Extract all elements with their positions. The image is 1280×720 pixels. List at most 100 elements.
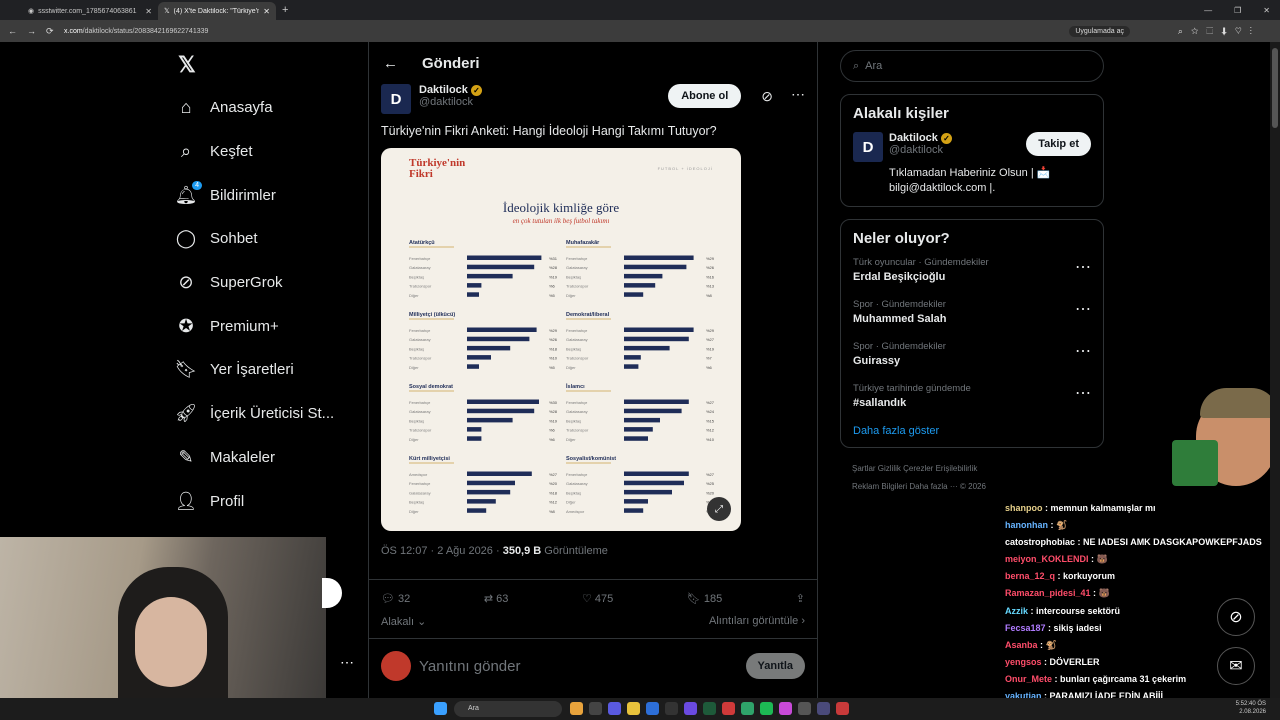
app-icon[interactable] (836, 702, 849, 715)
person-handle[interactable]: @daktilock (889, 144, 952, 156)
close-icon[interactable]: ✕ (145, 7, 152, 16)
bookmark-action[interactable]: 🔖︎ 185 (687, 592, 722, 605)
trend-item[interactable]: Spor · Gündemdekiler Guirassy ⋯ (853, 341, 1091, 367)
expand-image-icon[interactable]: ⤢ (707, 497, 731, 521)
bar (624, 489, 672, 495)
spotify-icon[interactable] (760, 702, 773, 715)
chat-username[interactable]: yengsos (1005, 657, 1042, 667)
trend-item[interactable]: Türkiye tarihinde gündemde #sallandık ⋯ (853, 383, 1091, 409)
discord-icon[interactable] (684, 702, 697, 715)
browser-tab-strip: ◉ ssstwitter.com_1785674063861 ✕ 𝕏 (4) X… (0, 0, 1280, 20)
close-window-icon[interactable]: ✕ (1263, 6, 1270, 15)
trend-item[interactable]: Spor · Gündemdekiler Muhammed Salah ⋯ (853, 299, 1091, 325)
chat-username[interactable]: Fecsa187 (1005, 623, 1046, 633)
maximize-icon[interactable]: ❐ (1234, 6, 1241, 15)
search-input[interactable]: ⌕ Ara (840, 50, 1104, 82)
system-clock[interactable]: 5:52:40 ÖS 2.08.2026 (1236, 700, 1266, 716)
app-icon[interactable] (741, 702, 754, 715)
nav-item-articles[interactable]: ✎ Makaleler (166, 436, 366, 480)
nav-item-explore[interactable]: ⌕ Keşfet (166, 130, 366, 174)
close-icon[interactable]: ✕ (263, 7, 270, 16)
grok-fab-icon[interactable]: ⊘ (1217, 598, 1255, 636)
folder-icon[interactable] (627, 702, 640, 715)
nav-item-home[interactable]: ⌂ Anasayfa (166, 86, 366, 130)
app-icon[interactable] (646, 702, 659, 715)
show-more-link[interactable]: Daha fazla göster (853, 425, 1091, 437)
chat-username[interactable]: catostrophobiac (1005, 537, 1075, 547)
app-icon[interactable] (608, 702, 621, 715)
more-options-icon[interactable]: ⋯ (791, 86, 805, 103)
browser-tab-active[interactable]: 𝕏 (4) X'te Daktilock: "Türkiye'nin F ✕ (158, 2, 276, 20)
reply-action[interactable]: 💬︎ 32 (381, 592, 410, 605)
more-options-icon[interactable]: ⋯ (1075, 299, 1091, 325)
scrollbar-thumb[interactable] (1272, 48, 1278, 128)
nav-item-profile[interactable]: 👤︎ Profil (166, 479, 366, 523)
bar-value: %24 (706, 409, 715, 414)
chat-username[interactable]: Onur_Mete (1005, 674, 1052, 684)
nav-item-bookmarks[interactable]: 🔖︎ Yer İşaretleri (166, 348, 366, 392)
team-label: Fenerbahçe (566, 400, 588, 405)
chat-username[interactable]: Azzik (1005, 606, 1028, 616)
app-icon[interactable] (798, 702, 811, 715)
chrome-icon[interactable] (570, 702, 583, 715)
app-icon[interactable] (817, 702, 830, 715)
person-name[interactable]: Daktilock (889, 132, 938, 144)
app-icon[interactable] (722, 702, 735, 715)
author-handle[interactable]: @daktilock (419, 96, 482, 108)
chat-username[interactable]: Asanba (1005, 640, 1038, 650)
more-options-icon[interactable]: ⋯ (1075, 383, 1091, 409)
more-options-icon[interactable]: ⋯ (1075, 257, 1091, 283)
more-options-icon[interactable]: ⋯ (1075, 341, 1091, 367)
start-icon[interactable] (434, 702, 447, 715)
reply-button[interactable]: Yanıtla (745, 653, 805, 679)
new-tab-icon[interactable]: + (282, 4, 288, 16)
follow-button[interactable]: Takip et (1026, 132, 1091, 156)
team-label: Galatasaray (409, 490, 431, 495)
team-label: Beşiktaş (566, 346, 581, 351)
avatar[interactable]: D (381, 84, 411, 114)
subscribe-button[interactable]: Abone ol (668, 84, 742, 108)
reply-input[interactable]: Yanıtını gönder (419, 658, 520, 675)
infographic-image[interactable]: Türkiye'nin Fikri FUTBOL + İDEOLOJİ İdeol… (381, 148, 741, 531)
nav-item-chat[interactable]: ◯ Sohbet (166, 217, 366, 261)
open-in-app-button[interactable]: Uygulamada aç (1069, 25, 1130, 37)
back-forward-reload-icons[interactable]: ←→⟳ (8, 26, 64, 37)
more-options-icon[interactable]: ⋯ (340, 654, 354, 671)
footer-line[interactable]: Şartlar Gizlilik Çerezler Erişilebilirli… (852, 460, 1104, 478)
avatar[interactable]: D (853, 132, 883, 162)
minimize-icon[interactable]: — (1204, 6, 1212, 15)
app-icon[interactable] (779, 702, 792, 715)
files-icon[interactable] (589, 702, 602, 715)
browser-tab[interactable]: ◉ ssstwitter.com_1785674063861 ✕ (22, 2, 158, 20)
trend-item[interactable]: Türk oyuncular · Gündemdekiler Erdal Beşi… (853, 257, 1091, 283)
chat-username[interactable]: shanpoo (1005, 503, 1043, 513)
chat-username[interactable]: hanonhan (1005, 520, 1048, 530)
taskbar-search[interactable]: Ara (454, 701, 562, 717)
view-quotes-link[interactable]: Alıntıları görüntüle › (709, 615, 805, 628)
grok-icon[interactable]: ⊘ (761, 88, 773, 105)
url-field[interactable]: x.com/daktilock/status/20838421696227413… (64, 28, 208, 35)
chat-username[interactable]: Ramazan_pidesi_41 (1005, 588, 1091, 598)
nav-item-notifications[interactable]: 🔔︎ 4 Bildirimler (166, 173, 366, 217)
messages-fab-icon[interactable]: ✉ (1217, 647, 1255, 685)
app-icon[interactable] (665, 702, 678, 715)
chat-username[interactable]: berna_12_q (1005, 571, 1055, 581)
x-logo-icon[interactable]: 𝕏 (166, 42, 366, 86)
share-icon[interactable]: ⇪ (796, 592, 805, 605)
nav-item-supergrok[interactable]: ⊘ SuperGrok (166, 261, 366, 305)
user-avatar[interactable] (381, 651, 411, 681)
nav-item-premium[interactable]: ✪ Premium+ (166, 304, 366, 348)
app-icon[interactable] (703, 702, 716, 715)
bar (624, 336, 689, 342)
scrollbar[interactable] (1270, 42, 1280, 698)
repost-action[interactable]: ⇄ 63 (484, 592, 509, 605)
footer-line[interactable]: Reklam Bilgileri Daha fazla ··· © 2026 (852, 478, 1104, 496)
like-action[interactable]: ♡ 475 (582, 592, 613, 605)
back-arrow-icon[interactable]: ← (383, 55, 398, 72)
nav-item-creator-studio[interactable]: 🚀︎ İçerik Üreticisi St... (166, 392, 366, 436)
account-switcher[interactable] (322, 578, 342, 608)
browser-toolbar-icons[interactable]: ⌕☆⬚⬇♡⋮ (1178, 26, 1260, 37)
author-name[interactable]: Daktilock (419, 84, 468, 96)
related-dropdown[interactable]: Alakalı ⌄ (381, 615, 426, 628)
chat-username[interactable]: meiyon_KOKLENDI (1005, 554, 1089, 564)
